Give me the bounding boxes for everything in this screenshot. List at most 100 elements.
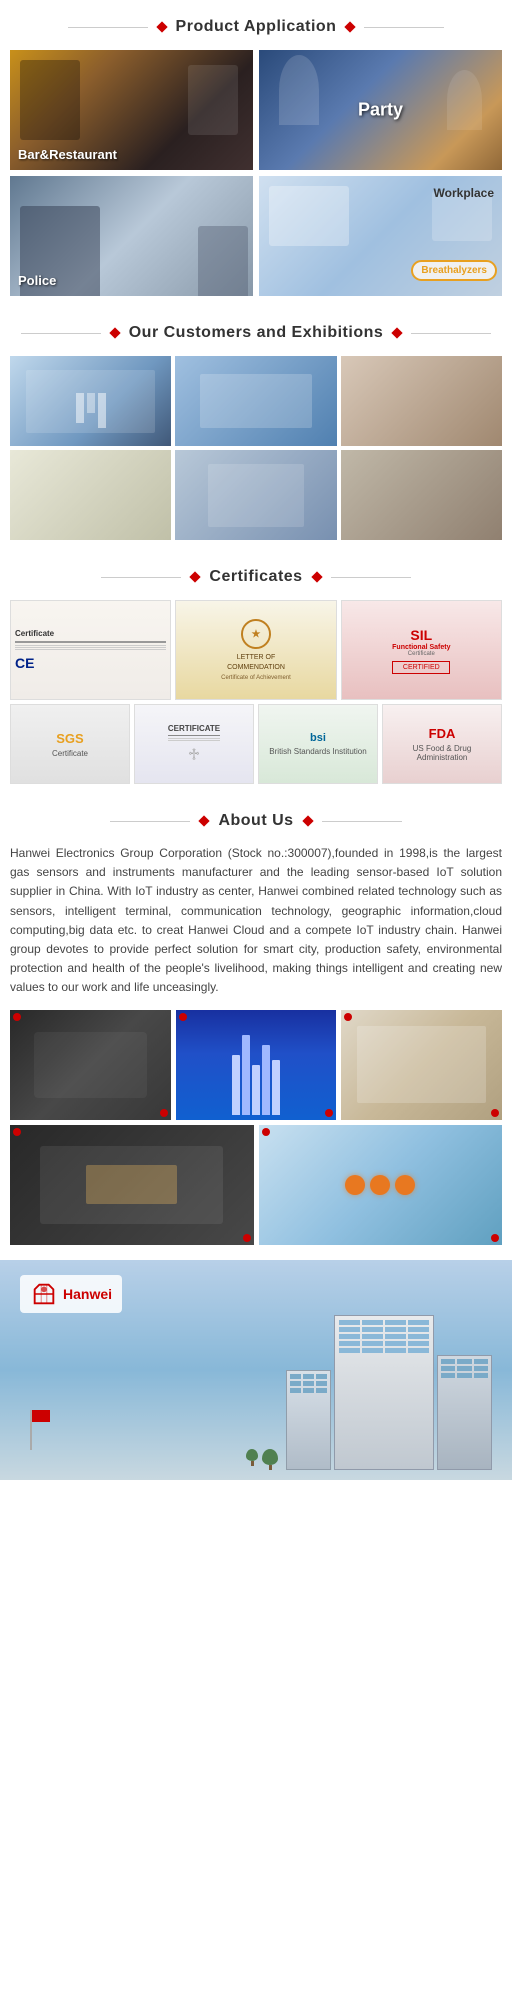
- window: [385, 1327, 406, 1332]
- main-building-windows: [335, 1316, 433, 1357]
- header-diamond-left: [199, 815, 210, 826]
- header-line-right: [364, 27, 444, 28]
- tree-trunk-1: [251, 1461, 254, 1466]
- header-line-right: [411, 333, 491, 334]
- window: [362, 1348, 383, 1353]
- header-line-right: [322, 821, 402, 822]
- cert-ornate: ★ LETTER OFCOMMENDATION Certificate of A…: [175, 600, 336, 700]
- window: [362, 1320, 383, 1325]
- about-us-header: About Us: [0, 794, 512, 844]
- cert-certificate: CERTIFICATE ♱: [134, 704, 254, 784]
- header-line-left: [21, 333, 101, 334]
- header-diamond-right: [302, 815, 313, 826]
- window: [303, 1374, 314, 1379]
- certs-top-grid: Certificate CE ★ LETTER OFCOMMENDATION C…: [10, 600, 502, 700]
- window: [385, 1334, 406, 1339]
- customers-grid: [10, 356, 502, 540]
- header-line-right: [331, 577, 411, 578]
- window: [339, 1327, 360, 1332]
- window: [316, 1381, 327, 1386]
- product-cell-workplace: Workplace Breathalyzers: [259, 176, 502, 296]
- window: [441, 1366, 455, 1371]
- side-buildings: [286, 1315, 492, 1470]
- customer-cell-3: [341, 356, 502, 446]
- about-images-top: [10, 1010, 502, 1120]
- about-img-1: [10, 1010, 171, 1120]
- customers-header: Our Customers and Exhibitions: [0, 306, 512, 356]
- window: [339, 1334, 360, 1339]
- window: [303, 1388, 314, 1393]
- window: [408, 1348, 429, 1353]
- header-line-left: [110, 821, 190, 822]
- customer-cell-2: [175, 356, 336, 446]
- right-building-windows: [438, 1356, 491, 1381]
- window: [362, 1334, 383, 1339]
- bar-restaurant-label: Bar&Restaurant: [18, 147, 117, 162]
- customers-section: Our Customers and Exhibitions: [0, 306, 512, 550]
- window: [408, 1320, 429, 1325]
- certificates-section: Certificates Certificate CE ★: [0, 550, 512, 794]
- certificates-header: Certificates: [0, 550, 512, 600]
- header-diamond-right: [392, 327, 403, 338]
- about-us-text: Hanwei Electronics Group Corporation (St…: [10, 844, 502, 998]
- product-cell-bar-restaurant: Bar&Restaurant: [10, 50, 253, 170]
- header-diamond-right: [311, 571, 322, 582]
- header-line-left: [68, 27, 148, 28]
- header-diamond-right: [345, 21, 356, 32]
- window: [457, 1373, 471, 1378]
- certs-bottom-grid: SGS Certificate CERTIFICATE ♱ bsi Britis…: [10, 704, 502, 784]
- building-illustration: [246, 1315, 492, 1470]
- cert-sgs: SGS Certificate: [10, 704, 130, 784]
- window: [474, 1359, 488, 1364]
- product-application-title: Product Application: [176, 18, 337, 36]
- window: [339, 1341, 360, 1346]
- police-label: Police: [18, 273, 56, 288]
- tree-top-2: [262, 1449, 278, 1465]
- breathalyzers-badge: Breathalyzers: [411, 260, 497, 281]
- right-building: [437, 1355, 492, 1470]
- window: [474, 1366, 488, 1371]
- product-cell-party: Party: [259, 50, 502, 170]
- customer-cell-4: [10, 450, 171, 540]
- window: [303, 1381, 314, 1386]
- hanwei-logo-text: Hanwei: [63, 1286, 112, 1302]
- hanwei-logo-icon: [30, 1280, 58, 1308]
- tree-top-1: [246, 1449, 258, 1461]
- about-images-bottom: [10, 1125, 502, 1245]
- cert-sil: SIL Functional Safety Certificate CERTIF…: [341, 600, 502, 700]
- about-img-2: [176, 1010, 337, 1120]
- window: [408, 1327, 429, 1332]
- window: [290, 1388, 301, 1393]
- party-label: Party: [358, 100, 403, 121]
- window: [290, 1374, 301, 1379]
- window: [441, 1359, 455, 1364]
- left-building-windows: [287, 1371, 330, 1396]
- about-img-3: [341, 1010, 502, 1120]
- window: [385, 1348, 406, 1353]
- cert-bsi: bsi British Standards Institution: [258, 704, 378, 784]
- cert-fda: FDA US Food & Drug Administration: [382, 704, 502, 784]
- header-diamond-left: [190, 571, 201, 582]
- window: [316, 1388, 327, 1393]
- window: [385, 1341, 406, 1346]
- left-building: [286, 1370, 331, 1470]
- product-application-section: Product Application Bar&Restaurant Party: [0, 0, 512, 306]
- flag: [32, 1410, 50, 1422]
- tree-2: [262, 1449, 278, 1470]
- main-building: [334, 1315, 434, 1470]
- about-img-5: [259, 1125, 503, 1245]
- product-grid: Bar&Restaurant Party Police Work: [10, 50, 502, 296]
- window: [339, 1320, 360, 1325]
- tree-1: [246, 1449, 258, 1470]
- hanwei-logo: Hanwei: [20, 1275, 122, 1313]
- building-group: [286, 1315, 492, 1470]
- about-us-title: About Us: [218, 812, 293, 830]
- workplace-label: Workplace: [434, 186, 494, 200]
- tree-trunk-2: [269, 1465, 272, 1470]
- certificates-title: Certificates: [209, 568, 302, 586]
- header-diamond-left: [109, 327, 120, 338]
- window: [457, 1359, 471, 1364]
- product-application-header: Product Application: [0, 0, 512, 50]
- about-us-content: Hanwei Electronics Group Corporation (St…: [0, 844, 512, 1260]
- product-application-content: Bar&Restaurant Party Police Work: [0, 50, 512, 306]
